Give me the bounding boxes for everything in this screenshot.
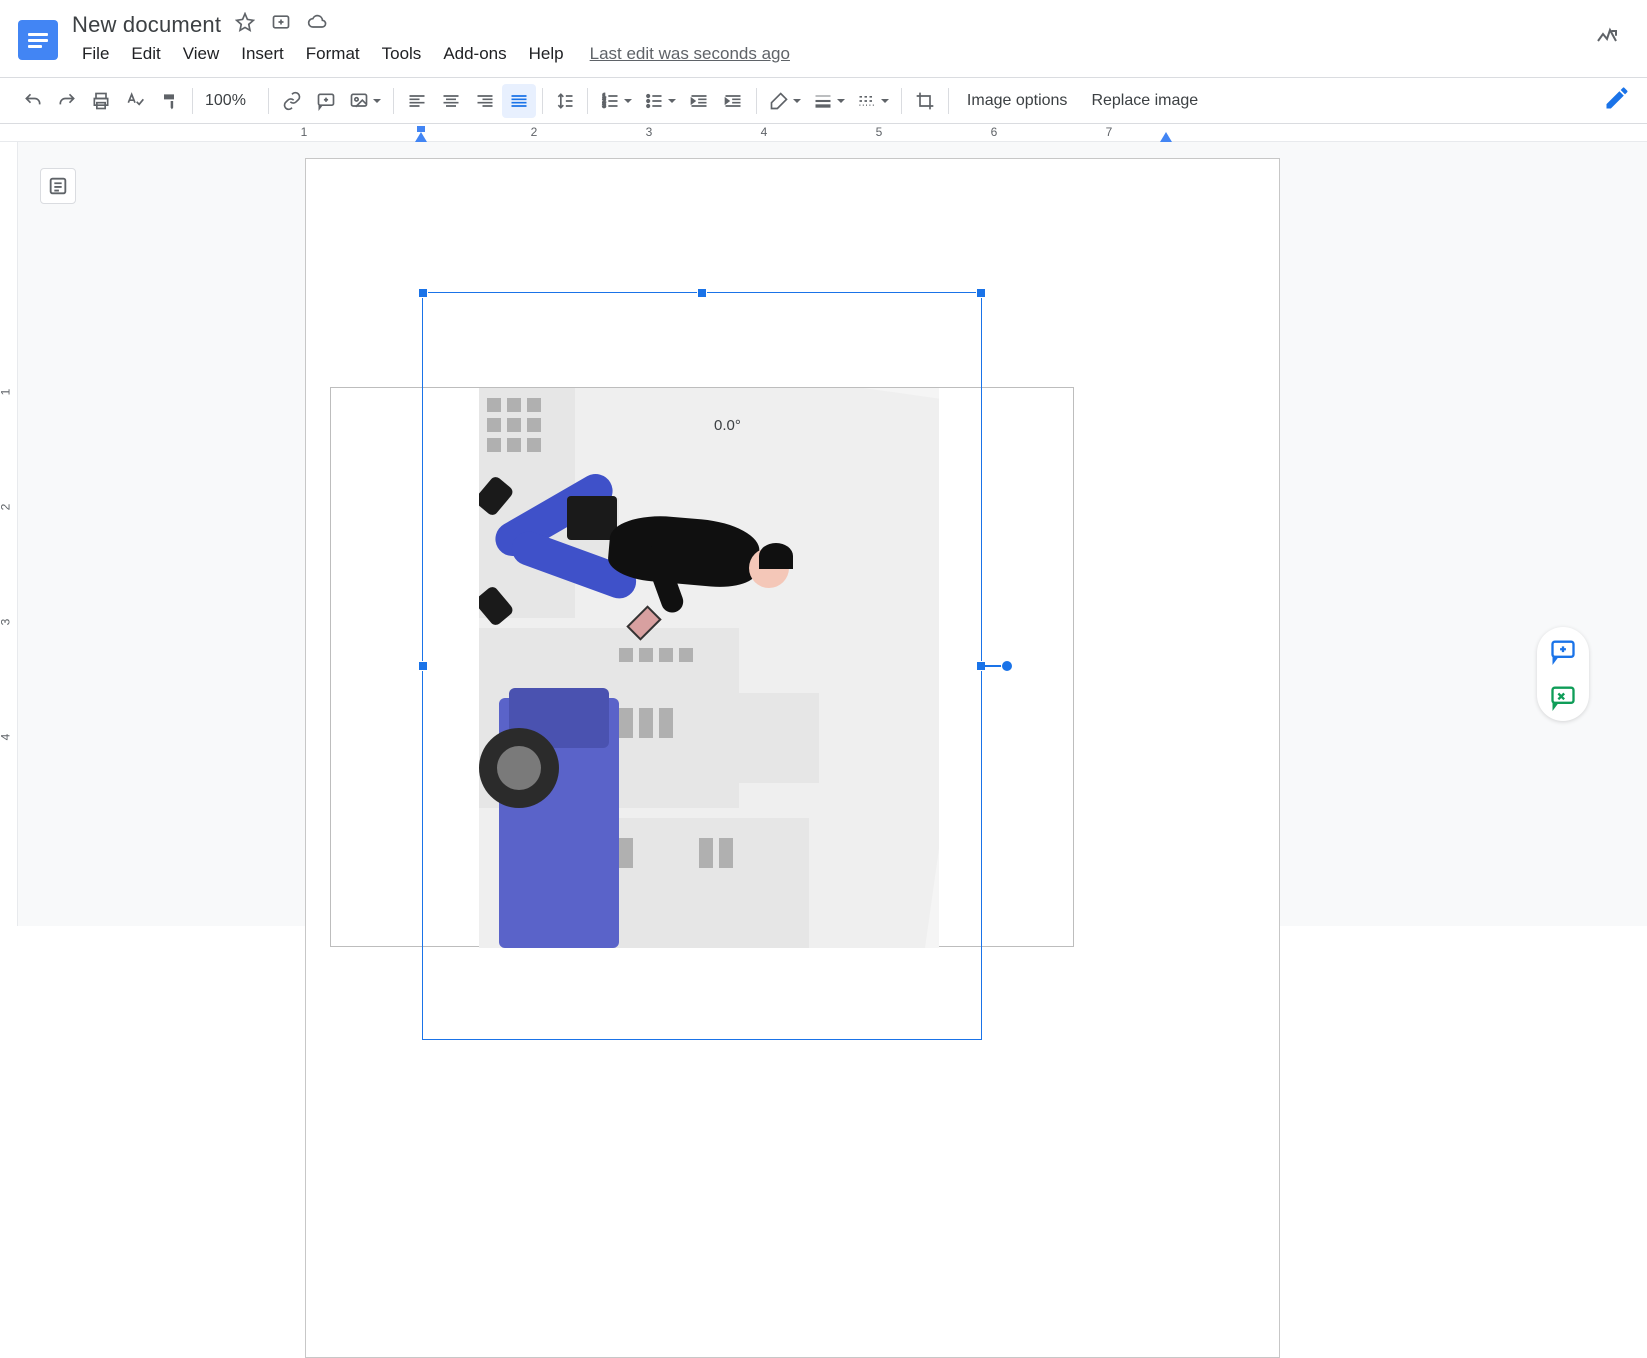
last-edit-link[interactable]: Last edit was seconds ago [590, 44, 790, 64]
editing-mode-button[interactable] [1603, 84, 1631, 117]
menu-edit[interactable]: Edit [121, 42, 170, 66]
bulleted-list-button[interactable] [638, 84, 682, 118]
caret-down-icon [668, 99, 676, 103]
undo-button[interactable] [16, 84, 50, 118]
document-title[interactable]: New document [72, 12, 221, 38]
cloud-saved-icon[interactable] [307, 12, 327, 37]
workspace: 1 2 3 4 [0, 142, 1647, 926]
increase-indent-button[interactable] [716, 84, 750, 118]
ruler-number: 2 [531, 125, 538, 139]
document-outline-button[interactable] [40, 168, 76, 204]
ruler-number: 4 [0, 734, 12, 741]
resize-handle-n[interactable] [697, 288, 707, 298]
toolbar-right [1603, 84, 1631, 117]
resize-handle-ne[interactable] [976, 288, 986, 298]
menu-format[interactable]: Format [296, 42, 370, 66]
crop-button[interactable] [908, 84, 942, 118]
side-actions [1537, 627, 1589, 721]
align-right-button[interactable] [468, 84, 502, 118]
rotate-connector [981, 665, 1003, 667]
ruler-number: 6 [991, 125, 998, 139]
menu-insert[interactable]: Insert [231, 42, 294, 66]
align-left-button[interactable] [400, 84, 434, 118]
header-right [1595, 0, 1647, 77]
svg-text:3: 3 [602, 103, 605, 109]
print-button[interactable] [84, 84, 118, 118]
toolbar: 100% 123 Image options Replace image [0, 78, 1647, 124]
docs-logo-icon[interactable] [18, 20, 58, 60]
numbered-list-button[interactable]: 123 [594, 84, 638, 118]
redo-button[interactable] [50, 84, 84, 118]
image-options-button[interactable]: Image options [955, 84, 1080, 118]
rotation-readout: 0.0° [714, 417, 741, 434]
ruler-number: 5 [876, 125, 883, 139]
caret-down-icon [793, 99, 801, 103]
ruler-number: 1 [301, 125, 308, 139]
border-weight-button[interactable] [807, 84, 851, 118]
add-comment-button[interactable] [309, 84, 343, 118]
title-icons [235, 12, 327, 37]
zoom-select[interactable]: 100% [199, 92, 262, 110]
horizontal-ruler[interactable]: 1 2 3 4 5 6 7 [0, 124, 1647, 142]
zoom-value: 100% [205, 92, 246, 110]
caret-down-icon [373, 99, 381, 103]
activity-icon[interactable] [1595, 24, 1619, 53]
menu-bar: File Edit View Insert Format Tools Add-o… [72, 42, 790, 66]
move-icon[interactable] [271, 12, 291, 37]
resize-handle-nw[interactable] [418, 288, 428, 298]
align-justify-button[interactable] [502, 84, 536, 118]
ruler-number: 1 [0, 389, 12, 396]
line-spacing-button[interactable] [549, 84, 581, 118]
insert-image-button[interactable] [343, 84, 387, 118]
border-dash-button[interactable] [851, 84, 895, 118]
title-area: New document File Edit View Insert Forma… [72, 0, 790, 77]
ruler-number: 4 [761, 125, 768, 139]
ruler-number: 3 [0, 619, 12, 626]
paint-format-button[interactable] [152, 84, 186, 118]
caret-down-icon [624, 99, 632, 103]
ruler-number: 2 [0, 504, 12, 511]
align-center-button[interactable] [434, 84, 468, 118]
spellcheck-button[interactable] [118, 84, 152, 118]
menu-help[interactable]: Help [519, 42, 574, 66]
left-indent-marker[interactable] [415, 132, 427, 142]
insert-link-button[interactable] [275, 84, 309, 118]
rotate-handle[interactable] [1001, 660, 1013, 672]
caret-down-icon [837, 99, 845, 103]
menu-tools[interactable]: Tools [372, 42, 432, 66]
resize-handle-w[interactable] [418, 661, 428, 671]
ruler-number: 3 [646, 125, 653, 139]
document-page[interactable]: 0.0° [305, 158, 1280, 1358]
vertical-ruler[interactable]: 1 2 3 4 [0, 142, 18, 926]
image-selection-box[interactable] [422, 292, 982, 1040]
menu-addons[interactable]: Add-ons [433, 42, 516, 66]
star-icon[interactable] [235, 12, 255, 37]
ruler-number: 7 [1106, 125, 1113, 139]
replace-image-label: Replace image [1091, 92, 1198, 110]
app-header: New document File Edit View Insert Forma… [0, 0, 1647, 78]
replace-image-button[interactable]: Replace image [1079, 84, 1214, 118]
caret-down-icon [881, 99, 889, 103]
title-row: New document [72, 12, 790, 38]
suggest-edits-side-button[interactable] [1549, 683, 1577, 711]
right-indent-marker[interactable] [1160, 132, 1172, 142]
add-comment-side-button[interactable] [1549, 637, 1577, 665]
menu-file[interactable]: File [72, 42, 119, 66]
menu-view[interactable]: View [173, 42, 230, 66]
decrease-indent-button[interactable] [682, 84, 716, 118]
border-color-button[interactable] [763, 84, 807, 118]
